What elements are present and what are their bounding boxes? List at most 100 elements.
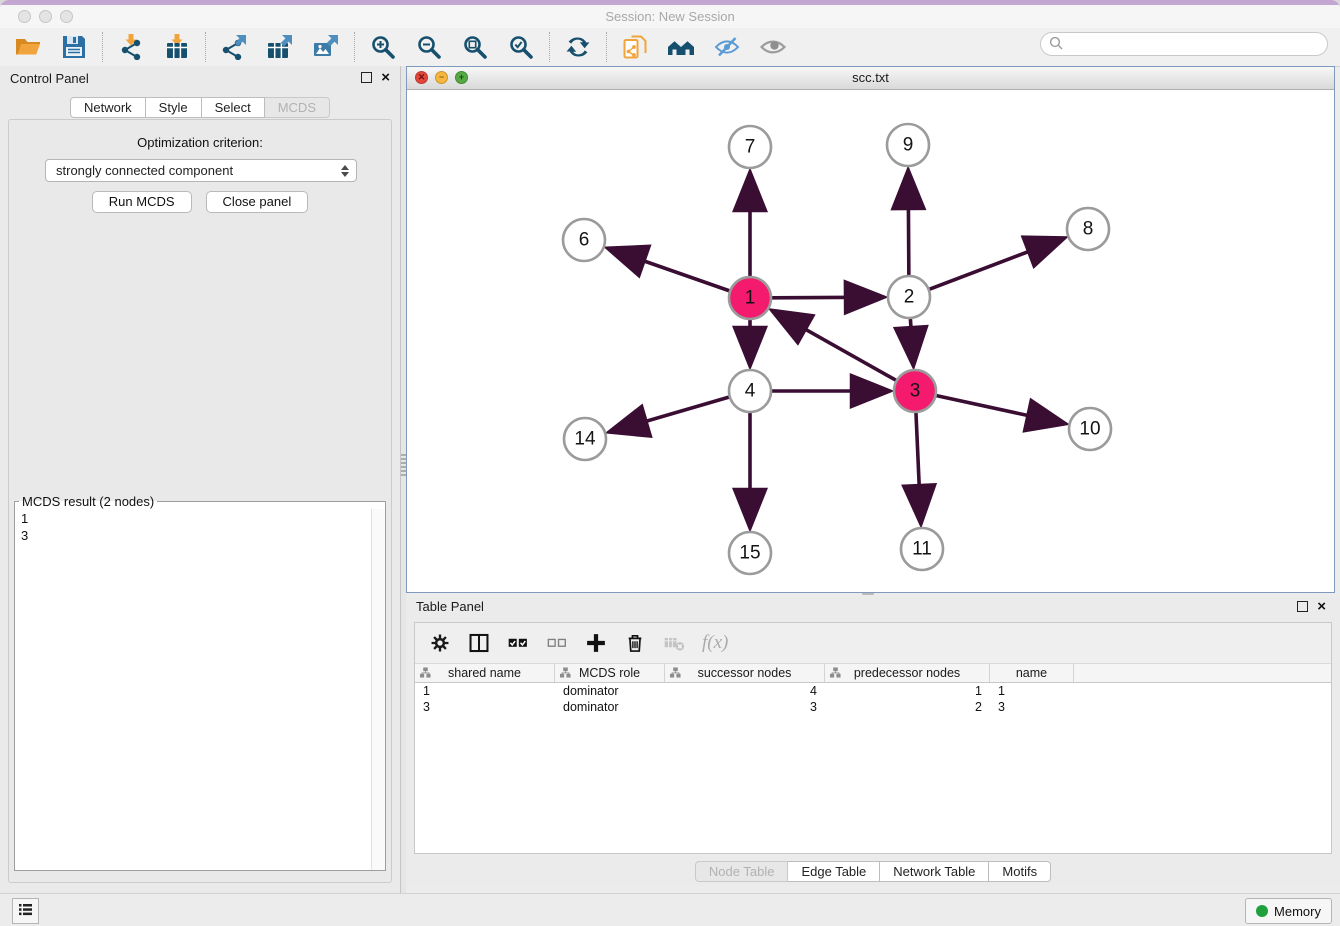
memory-status-dot xyxy=(1256,905,1268,917)
table-panel-tabs: Node TableEdge TableNetwork TableMotifs xyxy=(406,861,1340,882)
close-panel-button[interactable]: Close panel xyxy=(206,191,309,213)
criterion-dropdown[interactable]: strongly connected component xyxy=(45,159,357,182)
network-close-icon[interactable]: ✕ xyxy=(415,71,428,84)
column-header-successor-nodes[interactable]: successor nodes xyxy=(665,664,825,682)
network-canvas[interactable]: 7968124314101511 xyxy=(407,90,1334,593)
import-network-icon[interactable] xyxy=(118,34,144,60)
network-minimize-icon[interactable]: − xyxy=(435,71,448,84)
column-header-shared-name[interactable]: shared name xyxy=(415,664,555,682)
column-header-MCDS-role[interactable]: MCDS role xyxy=(555,664,665,682)
open-session-icon[interactable] xyxy=(15,34,41,60)
table-cell: 3 xyxy=(990,699,1074,715)
network-window-titlebar: ✕ − + scc.txt xyxy=(407,67,1334,90)
show-home-icon[interactable] xyxy=(668,34,694,60)
result-line: 1 xyxy=(21,510,379,527)
chevron-updown-icon xyxy=(338,162,352,179)
edge-3-11[interactable] xyxy=(916,413,921,522)
application-window: Session: New Session Control Panel × Net… xyxy=(0,0,1340,926)
zoom-selected-icon[interactable] xyxy=(508,34,534,60)
refresh-view-icon[interactable] xyxy=(565,34,591,60)
node-label-10: 10 xyxy=(1079,419,1100,440)
zoom-out-icon[interactable] xyxy=(416,34,442,60)
tab-network-table[interactable]: Network Table xyxy=(880,861,989,882)
session-title: Session: New Session xyxy=(605,9,734,24)
table-cell: 1 xyxy=(990,683,1074,699)
table-row[interactable]: 3dominator323 xyxy=(415,699,1331,715)
zoom-window-button[interactable] xyxy=(60,10,73,23)
float-table-panel-icon[interactable] xyxy=(1297,601,1308,612)
tab-select[interactable]: Select xyxy=(202,97,265,118)
title-bar: Session: New Session xyxy=(0,5,1340,28)
show-graphics-details-icon[interactable] xyxy=(760,34,786,60)
float-panel-icon[interactable] xyxy=(361,72,372,83)
table-panel-header: Table Panel × xyxy=(406,596,1340,620)
node-label-8: 8 xyxy=(1083,219,1094,240)
mcds-result-title: MCDS result (2 nodes) xyxy=(19,494,157,509)
select-all-rows-icon[interactable] xyxy=(507,632,529,654)
import-table-icon[interactable] xyxy=(164,34,190,60)
main-toolbar xyxy=(0,28,1340,67)
table-row[interactable]: 1dominator411 xyxy=(415,683,1331,699)
delete-column-icon[interactable] xyxy=(624,632,646,654)
close-window-button[interactable] xyxy=(18,10,31,23)
network-window-title: scc.txt xyxy=(852,70,889,85)
table-cell: 1 xyxy=(415,683,555,699)
edge-3-1[interactable] xyxy=(774,311,896,380)
column-header-label: name xyxy=(1016,666,1047,680)
column-header-predecessor-nodes[interactable]: predecessor nodes xyxy=(825,664,990,682)
table-cell: 2 xyxy=(825,699,990,715)
table-panel-title: Table Panel xyxy=(416,599,484,614)
mcds-result-text: 13 xyxy=(15,509,385,545)
edge-1-2[interactable] xyxy=(772,297,882,298)
export-network-icon[interactable] xyxy=(221,34,247,60)
table-panel: Table Panel × f(x) shared nameMCDS roles… xyxy=(406,596,1340,886)
table-header-row: shared name MCDS role successor nodes prede… xyxy=(415,664,1331,683)
column-visibility-icon[interactable] xyxy=(468,632,490,654)
mcds-tab-content: Optimization criterion: strongly connect… xyxy=(8,119,392,883)
table-settings-icon[interactable] xyxy=(429,632,451,654)
column-header-label: MCDS role xyxy=(579,666,640,680)
node-label-3: 3 xyxy=(910,381,921,402)
add-column-icon[interactable] xyxy=(585,632,607,654)
memory-button-label: Memory xyxy=(1274,904,1321,919)
network-view-window: ✕ − + scc.txt 7968124314101511 xyxy=(406,66,1335,593)
tab-style[interactable]: Style xyxy=(146,97,202,118)
search-input[interactable] xyxy=(1068,36,1327,53)
edge-4-14[interactable] xyxy=(611,397,729,431)
deselect-all-rows-icon[interactable] xyxy=(546,632,568,654)
result-scrollbar[interactable] xyxy=(371,509,385,870)
tab-network[interactable]: Network xyxy=(70,97,146,118)
edge-3-10[interactable] xyxy=(936,396,1063,424)
edge-2-8[interactable] xyxy=(930,239,1063,290)
edge-2-9[interactable] xyxy=(908,172,909,275)
close-table-panel-icon[interactable]: × xyxy=(1317,601,1326,612)
column-header-name[interactable]: name xyxy=(990,664,1074,682)
network-zoom-icon[interactable]: + xyxy=(455,71,468,84)
zoom-in-icon[interactable] xyxy=(370,34,396,60)
tab-mcds[interactable]: MCDS xyxy=(265,97,330,118)
save-session-icon[interactable] xyxy=(61,34,87,60)
task-history-button[interactable] xyxy=(12,898,39,924)
zoom-fit-icon[interactable] xyxy=(462,34,488,60)
clone-network-icon[interactable] xyxy=(622,34,648,60)
run-mcds-button[interactable]: Run MCDS xyxy=(92,191,192,213)
hide-graphics-details-icon[interactable] xyxy=(714,34,740,60)
tab-edge-table[interactable]: Edge Table xyxy=(788,861,880,882)
edge-1-6[interactable] xyxy=(609,249,729,291)
control-panel-header: Control Panel × xyxy=(0,66,400,94)
search-box[interactable] xyxy=(1040,32,1328,56)
export-image-icon[interactable] xyxy=(313,34,339,60)
control-panel-title: Control Panel xyxy=(10,71,89,86)
edge-2-3[interactable] xyxy=(910,319,913,364)
search-icon xyxy=(1049,36,1063,53)
export-table-icon[interactable] xyxy=(267,34,293,60)
memory-button[interactable]: Memory xyxy=(1245,898,1332,924)
tab-motifs[interactable]: Motifs xyxy=(989,861,1051,882)
minimize-window-button[interactable] xyxy=(39,10,52,23)
node-label-14: 14 xyxy=(574,429,596,450)
column-header-label: predecessor nodes xyxy=(854,666,960,680)
column-header-label: shared name xyxy=(448,666,521,680)
window-traffic-lights xyxy=(18,10,73,23)
tab-node-table[interactable]: Node Table xyxy=(695,861,789,882)
close-panel-icon[interactable]: × xyxy=(381,72,390,83)
